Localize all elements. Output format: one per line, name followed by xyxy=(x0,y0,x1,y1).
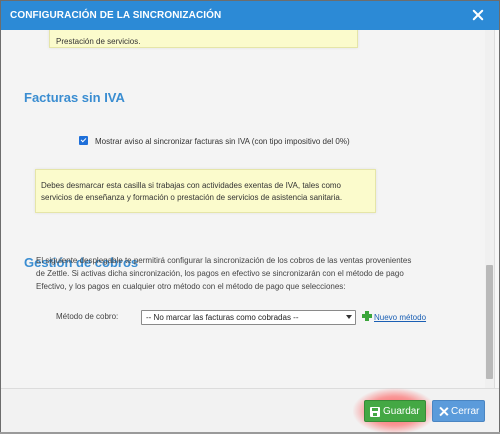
payment-method-select[interactable]: -- No marcar las facturas como cobradas … xyxy=(141,310,356,325)
close-button[interactable]: Cerrar xyxy=(432,400,485,422)
sync-config-dialog: CONFIGURACIÓN DE LA SINCRONIZACIÓN Prest… xyxy=(0,0,500,434)
save-button-label: Guardar xyxy=(383,406,420,417)
cobros-description-line3: Efectivo, y los pagos en cualquier otro … xyxy=(36,282,346,291)
payment-method-selected: -- No marcar las facturas como cobradas … xyxy=(146,313,299,322)
floppy-disk-icon xyxy=(370,407,380,417)
left-margin xyxy=(1,30,8,388)
plus-icon[interactable] xyxy=(362,311,372,321)
close-button-label: Cerrar xyxy=(451,406,480,417)
tooltip-iva-line2: servicios de enseñanza y formación o pre… xyxy=(41,193,343,202)
cobros-description-line1: El siguiente desplegable te permitirá co… xyxy=(36,256,412,265)
dialog-title: CONFIGURACIÓN DE LA SINCRONIZACIÓN xyxy=(10,10,222,21)
tooltip-top: Prestación de servicios. xyxy=(49,30,358,48)
cobros-description: El siguiente desplegable te permitirá co… xyxy=(36,254,486,293)
dialog-scroll-area[interactable]: Prestación de servicios. Facturas sin IV… xyxy=(8,30,495,388)
show-warning-row[interactable]: Mostrar aviso al sincronizar facturas si… xyxy=(79,136,350,147)
cobros-description-line2: de Zettle. Si activas dicha sincronizaci… xyxy=(36,269,404,278)
tooltip-iva-line1: Debes desmarcar esta casilla si trabajas… xyxy=(41,181,341,190)
vertical-scrollbar[interactable] xyxy=(485,30,494,388)
close-icon[interactable] xyxy=(471,8,485,22)
scrollbar-thumb[interactable] xyxy=(486,265,493,379)
dialog-title-bar: CONFIGURACIÓN DE LA SINCRONIZACIÓN xyxy=(1,1,499,30)
section-title-facturas: Facturas sin IVA xyxy=(24,90,125,105)
show-warning-label[interactable]: Mostrar aviso al sincronizar facturas si… xyxy=(95,137,350,146)
new-method-link[interactable]: Nuevo método xyxy=(374,313,426,322)
save-button[interactable]: Guardar xyxy=(364,400,426,422)
close-icon xyxy=(439,407,448,416)
show-warning-checkbox[interactable] xyxy=(79,136,88,146)
tooltip-iva: Debes desmarcar esta casilla si trabajas… xyxy=(35,169,376,213)
chevron-down-icon xyxy=(346,315,352,319)
tooltip-top-text: Prestación de servicios. xyxy=(56,37,141,46)
payment-method-label: Método de cobro: xyxy=(56,312,119,321)
